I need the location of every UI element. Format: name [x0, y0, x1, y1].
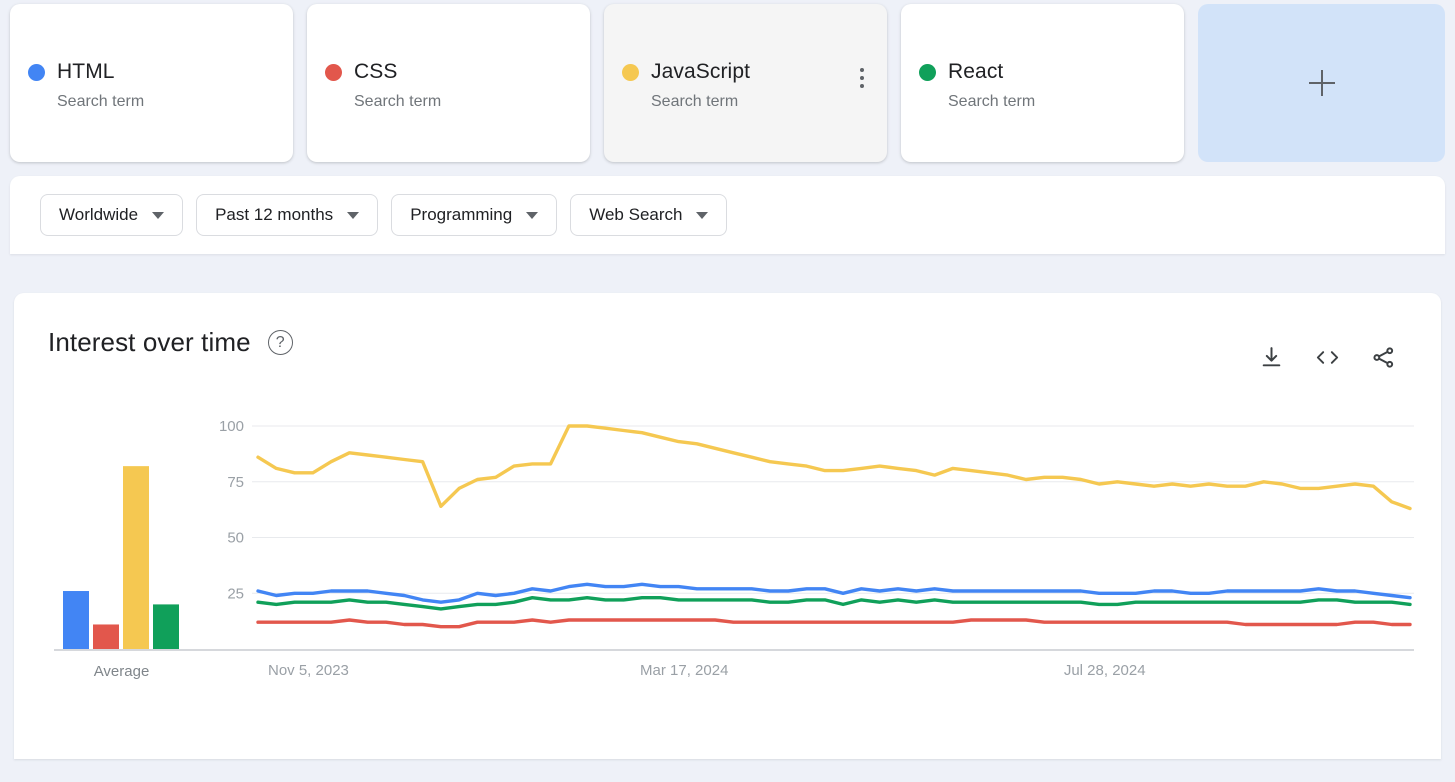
x-axis-tick: Mar 17, 2024: [640, 662, 728, 679]
chart-header: Interest over time ?: [14, 293, 1441, 358]
filter-label: Programming: [410, 205, 513, 224]
term-header: React: [919, 60, 1166, 84]
term-card-css[interactable]: CSS Search term: [307, 4, 590, 162]
page-title: Interest over time: [48, 327, 251, 357]
term-sublabel: Search term: [354, 93, 442, 110]
term-header: CSS: [325, 60, 572, 84]
x-axis-tick: Nov 5, 2023: [268, 662, 349, 679]
average-bar[interactable]: [63, 591, 89, 649]
term-sublabel: Search term: [651, 93, 739, 110]
term-header: HTML: [28, 60, 275, 84]
term-sublabel: Search term: [57, 93, 145, 110]
interest-over-time-card: Interest over time ? 25 50 75 100 Nov 5, 202…: [14, 293, 1441, 759]
term-card-react[interactable]: React Search term: [901, 4, 1184, 162]
filter-label: Worldwide: [59, 205, 139, 224]
embed-icon[interactable]: [1314, 345, 1341, 370]
download-icon[interactable]: [1259, 345, 1284, 370]
chevron-down-icon: [152, 211, 165, 219]
term-label: CSS: [354, 60, 398, 83]
series-color-dot: [622, 63, 639, 81]
series-color-dot: [325, 63, 342, 81]
average-bar[interactable]: [153, 604, 179, 649]
x-axis-tick: Jul 28, 2024: [1064, 662, 1146, 679]
filter-label: Web Search: [589, 205, 683, 224]
plot-area: 25 50 75 100 Nov 5, 2023 Mar 17, 2024 Jul 28, …: [14, 411, 1441, 759]
term-label: React: [948, 60, 1004, 83]
term-label: JavaScript: [651, 60, 751, 83]
filter-location[interactable]: Worldwide: [40, 194, 184, 236]
y-axis-tick: 75: [227, 474, 244, 491]
plus-icon: [1308, 70, 1335, 96]
average-axis-label: Average: [93, 663, 150, 680]
filter-time-range[interactable]: Past 12 months: [196, 194, 379, 236]
series-color-dot: [28, 63, 45, 81]
term-card-html[interactable]: HTML Search term: [10, 4, 293, 162]
series-color-dot: [919, 63, 936, 81]
filter-bar: Worldwide Past 12 months Programming Web…: [10, 176, 1445, 254]
help-circle-icon[interactable]: ?: [267, 330, 293, 355]
series-line-javascript[interactable]: [256, 424, 1412, 511]
term-header: JavaScript: [622, 60, 869, 84]
y-axis-tick: 50: [227, 530, 244, 547]
more-options-icon[interactable]: [860, 68, 864, 88]
y-axis-tick: 25: [227, 585, 244, 602]
chart-actions: [1259, 345, 1396, 370]
average-bar[interactable]: [93, 624, 119, 649]
y-axis-tick: 100: [219, 418, 244, 435]
term-card-javascript[interactable]: JavaScript Search term: [604, 4, 887, 162]
average-bar[interactable]: [123, 466, 149, 649]
add-search-term-button[interactable]: [1198, 4, 1445, 162]
search-terms-row: HTML Search term CSS Search term JavaScr…: [0, 0, 1455, 162]
chevron-down-icon: [696, 211, 709, 219]
chevron-down-icon: [347, 211, 360, 219]
chevron-down-icon: [526, 211, 539, 219]
term-sublabel: Search term: [948, 93, 1036, 110]
filter-search-type[interactable]: Web Search: [570, 194, 728, 236]
term-label: HTML: [57, 60, 115, 83]
trends-chart[interactable]: 25 50 75 100 Nov 5, 2023 Mar 17, 2024 Jul 28, …: [14, 411, 1441, 759]
share-icon[interactable]: [1371, 345, 1396, 370]
filter-label: Past 12 months: [215, 205, 334, 224]
series-line-css[interactable]: [256, 618, 1412, 629]
filter-category[interactable]: Programming: [391, 194, 558, 236]
